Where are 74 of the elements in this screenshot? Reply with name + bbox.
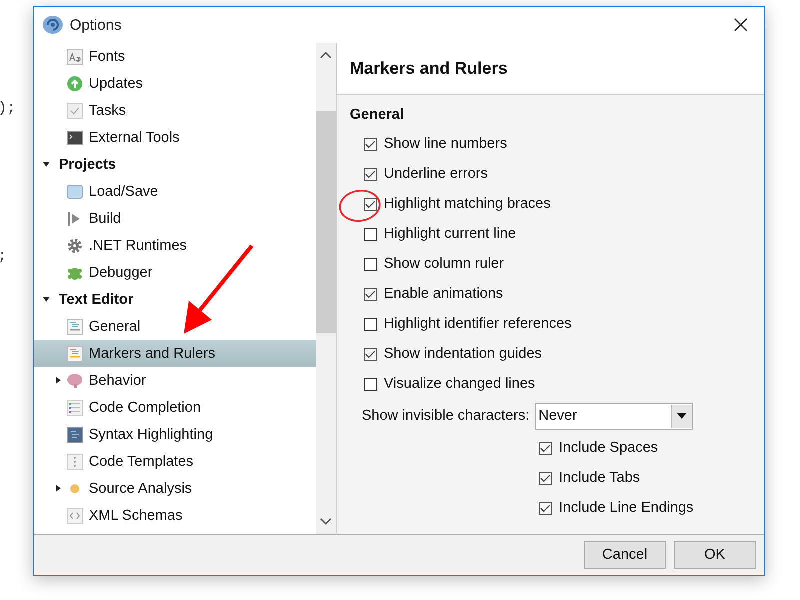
checkbox-label[interactable]: Enable animations (384, 286, 504, 302)
tree-item[interactable]: Load/Save (34, 178, 316, 205)
upload-icon (67, 76, 83, 92)
checkbox[interactable] (364, 348, 377, 360)
window-title: Options (70, 16, 123, 34)
checkbox-label[interactable]: Show column ruler (384, 256, 504, 272)
checkbox-label[interactable]: Show indentation guides (384, 346, 542, 362)
scrollbar[interactable] (316, 43, 336, 534)
ok-button[interactable]: OK (674, 541, 756, 569)
tree-item[interactable]: Source Analysis (34, 475, 316, 502)
font-icon (67, 48, 83, 64)
tree-item[interactable]: Behavior (34, 367, 316, 394)
close-icon[interactable] (734, 18, 748, 32)
tree-item[interactable]: External Tools (34, 124, 316, 151)
brain-icon (67, 372, 83, 388)
tree-item[interactable]: Code Completion (34, 394, 316, 421)
checkbox-label[interactable]: Visualize changed lines (384, 376, 536, 392)
code-text: ; (0, 248, 8, 265)
tree-item[interactable]: Syntax Highlighting (34, 421, 316, 448)
checkbox[interactable] (539, 502, 552, 514)
collapsed-arrow-icon[interactable] (54, 376, 63, 385)
checkbox[interactable] (364, 198, 377, 210)
document-icon (67, 318, 83, 334)
checkbox[interactable] (364, 318, 377, 330)
screen-icon (67, 426, 83, 442)
scroll-up-icon[interactable] (320, 51, 332, 59)
expanded-arrow-icon[interactable] (42, 295, 51, 304)
page-title: Markers and Rulers (350, 58, 508, 78)
terminal-icon (67, 130, 83, 146)
tree-item[interactable]: Code Templates (34, 448, 316, 475)
app-logo-icon (42, 15, 64, 35)
checkbox[interactable] (364, 258, 377, 270)
tree-item[interactable]: XML Schemas (34, 502, 316, 529)
checkbox-label[interactable]: Show line numbers (384, 136, 508, 152)
dropdown[interactable]: Never (534, 402, 693, 430)
checkbox[interactable] (539, 442, 552, 454)
expanded-arrow-icon[interactable] (42, 160, 51, 169)
list-icon (67, 400, 83, 416)
checkbox[interactable] (364, 288, 377, 300)
tree-category[interactable]: Projects (34, 151, 316, 178)
section-heading: General (350, 107, 405, 123)
cancel-button[interactable]: Cancel (584, 541, 666, 569)
tree-item[interactable]: Tasks (34, 97, 316, 124)
tree-item[interactable]: General (34, 313, 316, 340)
tree-item[interactable]: Updates (34, 70, 316, 97)
checkbox-label[interactable]: Highlight matching braces (384, 196, 551, 212)
checkbox[interactable] (364, 138, 377, 150)
checkbox-label[interactable]: Underline errors (384, 166, 488, 182)
code-file-icon (67, 508, 83, 524)
tree-category[interactable]: Text Editor (34, 286, 316, 313)
scroll-down-icon[interactable] (320, 518, 332, 526)
tree-item[interactable]: Markers and Rulers (34, 340, 316, 367)
field-label: Show invisible characters: (362, 408, 530, 424)
checkbox-icon (67, 102, 83, 118)
tree-item[interactable]: Debugger (34, 259, 316, 286)
checkbox[interactable] (364, 378, 377, 390)
checkbox-label[interactable]: Highlight identifier references (384, 316, 572, 332)
tree-item[interactable]: Fonts (34, 43, 316, 70)
checkbox[interactable] (364, 228, 377, 240)
code-text: ); (0, 100, 16, 117)
dropdown-arrow-icon[interactable] (676, 413, 687, 419)
dots-icon (67, 454, 83, 470)
gear-icon (67, 238, 83, 254)
tree-item[interactable]: .NET Runtimes (34, 232, 316, 259)
checkbox-label[interactable]: Include Spaces (559, 440, 658, 456)
checkbox-label[interactable]: Include Line Endings (559, 500, 694, 516)
scrollbar-thumb[interactable] (316, 111, 336, 333)
checkbox[interactable] (539, 472, 552, 484)
tree-item[interactable]: Build (34, 205, 316, 232)
checkbox-label[interactable]: Highlight current line (384, 226, 516, 242)
collapsed-arrow-icon[interactable] (54, 484, 63, 493)
checkbox[interactable] (364, 168, 377, 180)
document-icon (67, 346, 83, 362)
checkbox-label[interactable]: Include Tabs (559, 470, 640, 486)
